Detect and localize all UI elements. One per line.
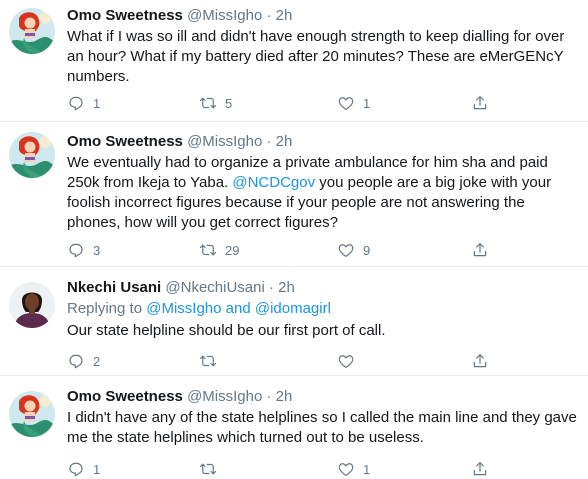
- timestamp[interactable]: 2h: [276, 133, 293, 150]
- reply-button[interactable]: 1: [67, 93, 100, 113]
- tweet-text: We eventually had to organize a private …: [67, 153, 578, 233]
- heart-icon: [337, 94, 355, 112]
- separator-dot: ·: [266, 7, 272, 24]
- reply-count: 3: [93, 242, 101, 258]
- author-handle[interactable]: @MissIgho: [187, 133, 262, 150]
- tweet[interactable]: Omo Sweetness @MissIgho · 2h We eventual…: [0, 122, 588, 267]
- mermaid-avatar-icon: [9, 8, 55, 54]
- mermaid-avatar-icon: [9, 391, 55, 437]
- replying-to-and: and: [221, 300, 255, 317]
- reply-button[interactable]: 1: [67, 459, 100, 479]
- reply-icon: [67, 241, 85, 259]
- like-count: 1: [363, 95, 371, 111]
- reply-icon: [67, 94, 85, 112]
- reply-icon: [67, 460, 85, 478]
- share-button[interactable]: [471, 93, 489, 113]
- reply-count: 2: [93, 353, 101, 369]
- tweet[interactable]: Omo Sweetness @MissIgho · 2h What if I w…: [0, 0, 588, 122]
- reply-icon: [67, 352, 85, 370]
- separator-dot: ·: [266, 133, 272, 150]
- reply-button[interactable]: 3: [67, 240, 100, 260]
- retweet-button[interactable]: [199, 459, 225, 479]
- retweet-count: 29: [225, 242, 240, 258]
- tweet-actions: 2: [67, 351, 567, 371]
- like-button[interactable]: 9: [337, 240, 370, 260]
- avatar[interactable]: [9, 282, 55, 328]
- tweet-actions: 1 5 1: [67, 93, 567, 113]
- avatar[interactable]: [9, 132, 55, 178]
- tweet-actions: 3 29 9: [67, 240, 567, 260]
- tweet[interactable]: Nkechi Usani @NkechiUsani · 2h Replying …: [0, 267, 588, 376]
- reply-count: 1: [93, 461, 101, 477]
- share-icon: [471, 241, 489, 259]
- author-name[interactable]: Nkechi Usani: [67, 279, 161, 296]
- author-name[interactable]: Omo Sweetness: [67, 388, 183, 405]
- tweet-text: What if I was so ill and didn't have eno…: [67, 28, 565, 85]
- heart-icon: [337, 460, 355, 478]
- share-button[interactable]: [471, 459, 489, 479]
- share-button[interactable]: [471, 240, 489, 260]
- replying-to-label: Replying to: [67, 300, 147, 317]
- retweet-icon: [199, 460, 217, 478]
- retweet-button[interactable]: [199, 351, 225, 371]
- author-handle[interactable]: @MissIgho: [187, 388, 262, 405]
- woman-avatar-icon: [9, 282, 55, 328]
- author-name[interactable]: Omo Sweetness: [67, 133, 183, 150]
- retweet-icon: [199, 241, 217, 259]
- author-handle[interactable]: @NkechiUsani: [165, 279, 264, 296]
- retweet-count: 5: [225, 95, 233, 111]
- like-count: 1: [363, 461, 371, 477]
- retweet-button[interactable]: 29: [199, 240, 239, 260]
- retweet-icon: [199, 352, 217, 370]
- share-icon: [471, 460, 489, 478]
- reply-count: 1: [93, 95, 101, 111]
- retweet-button[interactable]: 5: [199, 93, 232, 113]
- share-icon: [471, 94, 489, 112]
- separator-dot: ·: [266, 388, 272, 405]
- tweet-text: Our state helpline should be our first p…: [67, 322, 386, 339]
- avatar[interactable]: [9, 8, 55, 54]
- mermaid-avatar-icon: [9, 132, 55, 178]
- retweet-icon: [199, 94, 217, 112]
- mention-link[interactable]: @idomagirl: [255, 300, 331, 317]
- mention-link[interactable]: @NCDCgov: [232, 174, 315, 191]
- mention-link[interactable]: @MissIgho: [146, 300, 221, 317]
- timestamp[interactable]: 2h: [276, 388, 293, 405]
- reply-button[interactable]: 2: [67, 351, 100, 371]
- like-count: 9: [363, 242, 371, 258]
- like-button[interactable]: 1: [337, 459, 370, 479]
- share-button[interactable]: [471, 351, 489, 371]
- replying-to: Replying to @MissIgho and @idomagirl: [67, 299, 578, 319]
- like-button[interactable]: 1: [337, 93, 370, 113]
- separator-dot: ·: [269, 279, 274, 296]
- timestamp[interactable]: 2h: [276, 7, 293, 24]
- timestamp[interactable]: 2h: [278, 279, 295, 296]
- like-button[interactable]: [337, 351, 363, 371]
- heart-icon: [337, 352, 355, 370]
- author-name[interactable]: Omo Sweetness: [67, 7, 183, 24]
- author-handle[interactable]: @MissIgho: [187, 7, 262, 24]
- tweet-actions: 1 1: [67, 459, 567, 479]
- tweet-text: I didn't have any of the state helplines…: [67, 409, 577, 446]
- tweet[interactable]: Omo Sweetness @MissIgho · 2h I didn't ha…: [0, 376, 588, 478]
- share-icon: [471, 352, 489, 370]
- avatar[interactable]: [9, 391, 55, 437]
- heart-icon: [337, 241, 355, 259]
